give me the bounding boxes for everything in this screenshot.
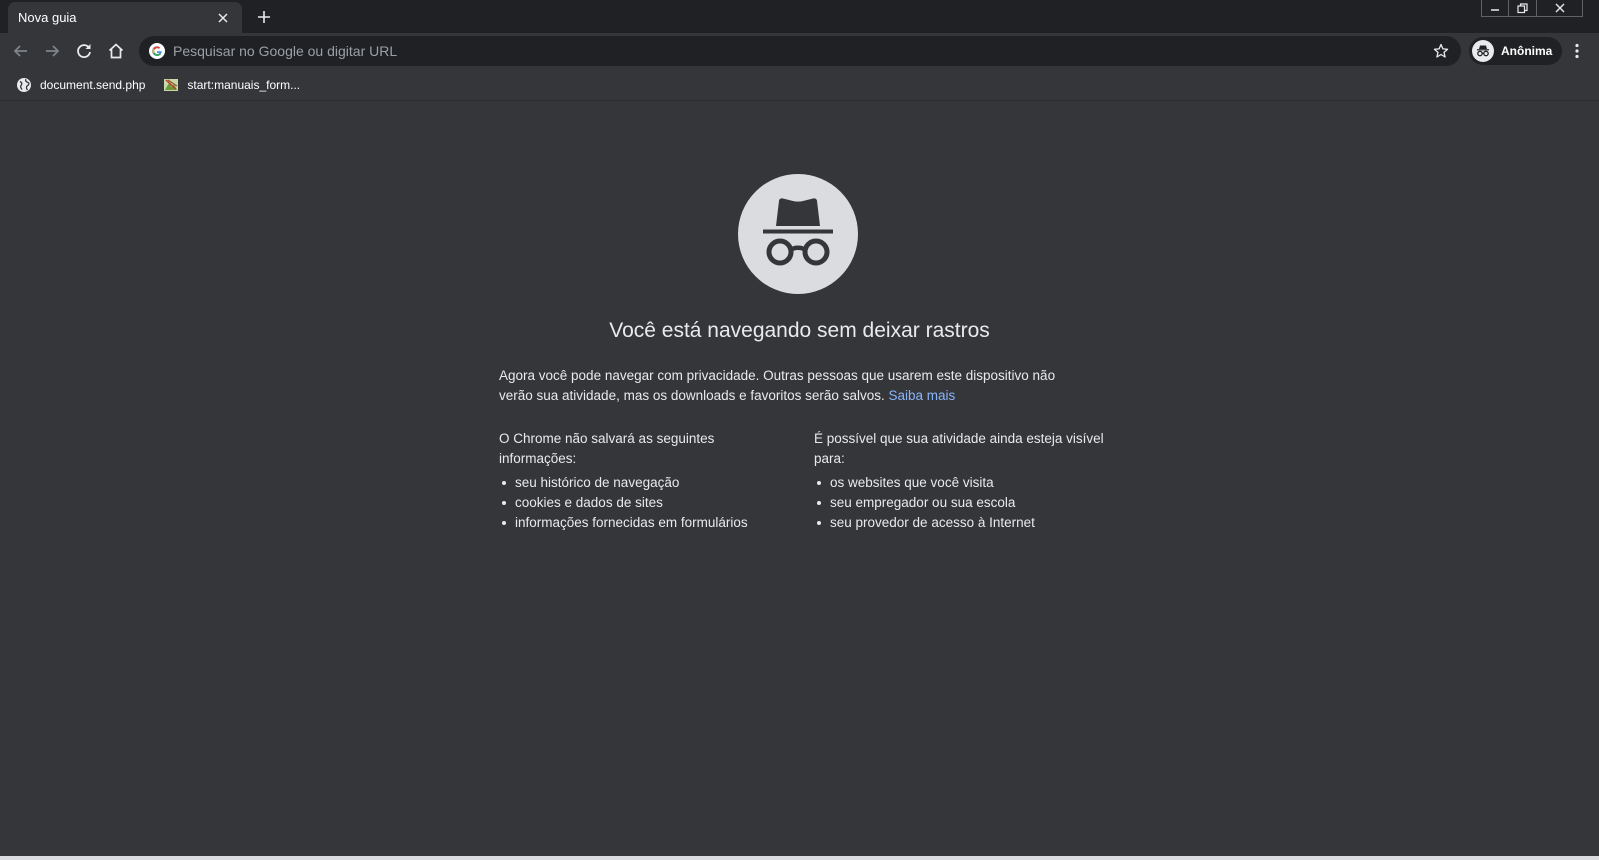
close-window-button[interactable] bbox=[1537, 0, 1583, 17]
incognito-profile-button[interactable]: Anônima bbox=[1469, 37, 1563, 65]
incognito-icon bbox=[763, 198, 833, 266]
tab-strip: Nova guia bbox=[0, 0, 1599, 33]
bookmark-label: start:manuais_form... bbox=[187, 77, 301, 92]
profile-label: Anônima bbox=[1501, 44, 1553, 58]
bookmark-label: document.send.php bbox=[40, 77, 146, 92]
still-visible-section: É possível que sua atividade ainda estej… bbox=[814, 429, 1104, 533]
address-input[interactable] bbox=[173, 43, 1433, 59]
intro-text: Agora você pode navegar com privacidade.… bbox=[499, 366, 1089, 406]
more-vert-icon bbox=[1575, 43, 1579, 59]
forward-button[interactable] bbox=[38, 37, 66, 65]
arrow-left-icon bbox=[13, 45, 27, 57]
incognito-icon bbox=[1477, 45, 1489, 57]
chrome-menu-button[interactable] bbox=[1565, 37, 1589, 65]
not-saved-title: O Chrome não salvará as seguintes inform… bbox=[499, 431, 715, 466]
still-visible-list: os websites que você visita seu empregad… bbox=[814, 473, 1104, 533]
bookmark-document-send[interactable]: document.send.php bbox=[12, 73, 149, 97]
home-button[interactable] bbox=[102, 37, 130, 65]
close-icon bbox=[218, 12, 228, 23]
incognito-ntp: Você está navegando sem deixar rastros A… bbox=[0, 101, 1599, 856]
new-tab-button[interactable] bbox=[252, 5, 276, 29]
list-item: informações fornecidas em formulários bbox=[499, 513, 789, 533]
google-g-icon bbox=[149, 43, 165, 59]
tab-title: Nova guia bbox=[18, 10, 77, 25]
not-saved-section: O Chrome não salvará as seguintes inform… bbox=[499, 429, 789, 533]
reload-icon bbox=[77, 44, 91, 58]
not-saved-list: seu histórico de navegação cookies e dad… bbox=[499, 473, 789, 533]
list-item: seu empregador ou sua escola bbox=[814, 493, 1104, 513]
globe-icon bbox=[17, 77, 31, 92]
arrow-right-icon bbox=[46, 45, 60, 57]
plus-icon bbox=[258, 11, 270, 23]
reload-button[interactable] bbox=[70, 37, 98, 65]
restore-button[interactable] bbox=[1509, 0, 1537, 17]
back-button[interactable] bbox=[7, 37, 35, 65]
incognito-logo bbox=[738, 174, 858, 294]
toolbar: Anônima bbox=[0, 33, 1599, 69]
tab-close-button[interactable] bbox=[214, 9, 232, 27]
bookmarks-bar: document.send.php start:manuais_form... bbox=[0, 69, 1599, 101]
omnibox[interactable] bbox=[139, 36, 1461, 66]
list-item: cookies e dados de sites bbox=[499, 493, 789, 513]
window-bottom-border bbox=[0, 856, 1599, 860]
list-item: seu histórico de navegação bbox=[499, 473, 789, 493]
list-item: os websites que você visita bbox=[814, 473, 1104, 493]
bookmark-start-manuais[interactable]: start:manuais_form... bbox=[159, 73, 304, 97]
site-favicon-icon bbox=[164, 78, 179, 91]
window-controls bbox=[1481, 0, 1583, 17]
restore-icon bbox=[1517, 2, 1528, 13]
home-icon bbox=[108, 43, 124, 59]
tab-new-tab[interactable]: Nova guia bbox=[8, 2, 242, 33]
learn-more-link[interactable]: Saiba mais bbox=[888, 388, 955, 403]
intro-body: Agora você pode navegar com privacidade.… bbox=[499, 368, 1056, 403]
still-visible-title: É possível que sua atividade ainda estej… bbox=[814, 431, 1104, 466]
page-title: Você está navegando sem deixar rastros bbox=[609, 319, 990, 342]
avatar bbox=[1472, 40, 1494, 62]
star-icon[interactable] bbox=[1433, 43, 1449, 59]
minimize-icon bbox=[1491, 9, 1499, 11]
list-item: seu provedor de acesso à Internet bbox=[814, 513, 1104, 533]
close-icon bbox=[1555, 3, 1564, 13]
minimize-button[interactable] bbox=[1481, 0, 1509, 17]
